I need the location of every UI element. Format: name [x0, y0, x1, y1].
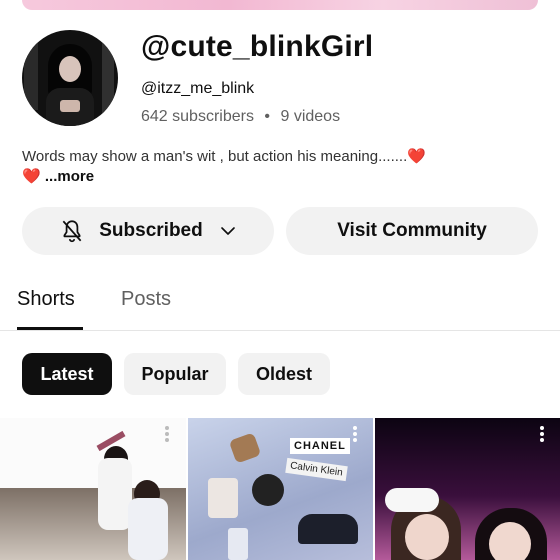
tab-shorts[interactable]: Shorts — [17, 288, 75, 311]
tab-posts[interactable]: Posts — [121, 288, 171, 311]
filter-latest[interactable]: Latest — [22, 353, 112, 395]
thumbnail-brand-text-2: Calvin Klein — [285, 457, 348, 482]
filter-popular[interactable]: Popular — [124, 353, 226, 395]
subscribed-label: Subscribed — [99, 220, 203, 241]
more-vert-icon[interactable] — [164, 424, 170, 444]
chevron-down-icon — [220, 227, 235, 235]
more-vert-icon[interactable] — [539, 424, 545, 444]
visit-community-button[interactable]: Visit Community — [286, 207, 538, 255]
channel-banner — [22, 0, 538, 10]
more-vert-icon[interactable] — [352, 424, 358, 444]
bell-off-icon — [62, 220, 82, 243]
channel-tabs: Shorts Posts — [0, 280, 560, 331]
more-link[interactable]: ...more — [45, 168, 94, 185]
channel-handle: @itzz_me_blink — [141, 80, 255, 97]
video-count: 9 videos — [280, 108, 341, 125]
active-tab-indicator — [17, 327, 83, 330]
subscriber-count: 642 subscribers — [141, 108, 254, 125]
channel-name: @cute_blinkGirl — [141, 30, 374, 63]
heart-emoji: ❤️ — [407, 148, 426, 165]
short-thumbnail[interactable]: CHANEL Calvin Klein — [188, 418, 373, 560]
channel-description[interactable]: Words may show a man's wit , but action … — [22, 147, 542, 187]
filter-oldest[interactable]: Oldest — [238, 353, 330, 395]
channel-avatar[interactable] — [22, 30, 118, 126]
description-text: Words may show a man's wit , but action … — [22, 148, 408, 165]
thumbnail-brand-text: CHANEL — [290, 438, 350, 454]
short-thumbnail[interactable] — [0, 418, 186, 560]
heart-emoji-2: ❤️ — [22, 168, 41, 185]
channel-stats: 642 subscribers • 9 videos — [141, 108, 340, 126]
subscribed-button[interactable]: Subscribed — [22, 207, 274, 255]
stats-separator: • — [264, 108, 271, 125]
short-thumbnail[interactable] — [375, 418, 560, 560]
visit-community-label: Visit Community — [337, 220, 487, 241]
